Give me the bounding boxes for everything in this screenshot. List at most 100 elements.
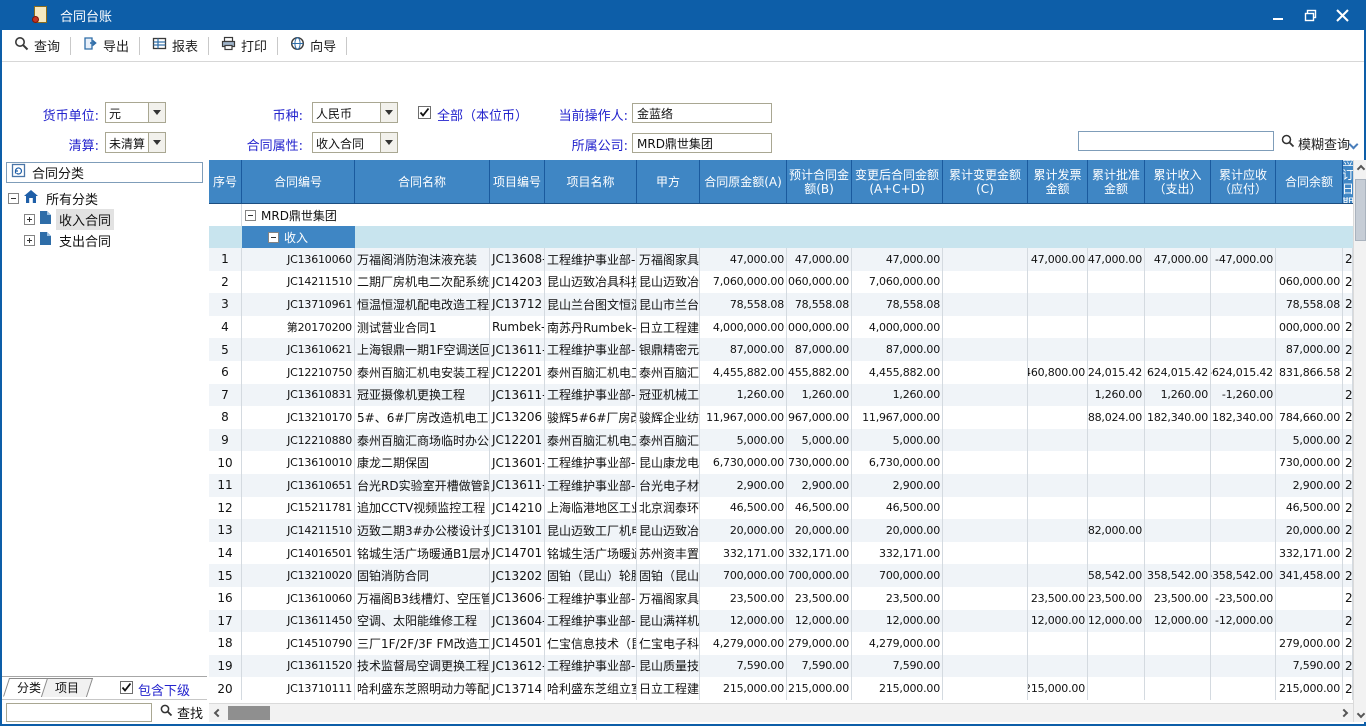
export-button[interactable]: 导出: [73, 34, 139, 58]
contract-attr-select[interactable]: 收入合同: [312, 132, 398, 153]
table-row[interactable]: 9JC12210880泰州百脑汇商场临时办公JC12201泰州百脑汇机电工泰州百…: [209, 429, 1353, 452]
group-income-cell[interactable]: 收入: [242, 226, 355, 248]
horizontal-scrollbar[interactable]: [209, 703, 1353, 722]
expand-icon[interactable]: [24, 235, 35, 246]
cell: 1,260.00: [1088, 384, 1145, 407]
collapse-icon[interactable]: [8, 193, 19, 204]
settle-select[interactable]: 未清算: [105, 132, 166, 153]
collapse-icon[interactable]: [268, 232, 279, 243]
cell: 47,000.00: [700, 248, 787, 271]
cell: 4,000,000.00: [852, 316, 943, 339]
dropdown-arrow-icon[interactable]: [380, 103, 397, 122]
table-row[interactable]: 6JC12210750泰州百脑汇机电安装工程JC12201泰州百脑汇机电工泰州百…: [209, 361, 1353, 384]
tab-project[interactable]: 项目: [44, 678, 90, 697]
table-row[interactable]: 17JC13611450空调、太阳能维修工程JC13604-5工程维护事业部-0…: [209, 610, 1353, 633]
column-header[interactable]: 合同余额: [1276, 160, 1343, 203]
dropdown-arrow-icon[interactable]: [148, 103, 165, 122]
column-header[interactable]: 甲方: [637, 160, 700, 203]
table-row[interactable]: 15JC13210020固铂消防合同JC13202固铂（昆山）轮胎固铂（昆山70…: [209, 564, 1353, 587]
vertical-scrollbar[interactable]: [1353, 160, 1366, 722]
table-body: MRD鼎世集团 收入 1JC13610060万福阁消防泡沫液充装JC13608-…: [209, 204, 1353, 700]
table-row[interactable]: 16JC13610060万福阁B3线槽灯、空压管JC13606-5工程维护事业部…: [209, 587, 1353, 610]
currency-select[interactable]: 人民币: [312, 102, 398, 123]
query-button[interactable]: 查询: [4, 34, 70, 58]
column-header[interactable]: 合同编号: [242, 160, 355, 203]
cell: 万福阁家具: [637, 248, 700, 271]
table-row[interactable]: 19JC13611520技术监督局空调更换工程JC13612-5工程维护事业部-…: [209, 655, 1353, 678]
table-row[interactable]: 18JC14510790三厂1F/2F/3F FM改造工程JC14501仁宝信息…: [209, 632, 1353, 655]
fuzzy-search-icon[interactable]: [1281, 133, 1295, 152]
table-row[interactable]: 5JC13610621上海银鼎一期1F空调送回JC13611-5工程维护事业部-…: [209, 338, 1353, 361]
table-row[interactable]: 8JC132101705#、6#厂房改造机电工程JC13206骏辉5#6#厂房改…: [209, 406, 1353, 429]
contract-table: 序号合同编号合同名称项目编号项目名称甲方合同原金额(A)预计合同金额(B)变更后…: [209, 160, 1353, 703]
company-input[interactable]: [632, 133, 772, 153]
cell: 10: [209, 451, 242, 474]
table-row[interactable]: 14JC14016501铭城生活广场暖通B1层水JC14701铭城生活广场暖通苏…: [209, 542, 1353, 565]
include-sub-checkbox[interactable]: [120, 681, 133, 694]
group-row-company[interactable]: MRD鼎世集团: [209, 204, 1353, 226]
table-row[interactable]: 3JC13710961恒温恒湿机配电改造工程JC13712昆山兰台图文恒温昆山市…: [209, 293, 1353, 316]
cell: 7,060,000.00: [700, 271, 787, 294]
cell: 6: [209, 361, 242, 384]
close-button[interactable]: [1330, 4, 1354, 26]
dropdown-arrow-icon[interactable]: [148, 133, 165, 152]
cell: JC13610621: [242, 338, 355, 361]
column-header[interactable]: 预计合同金额(B): [787, 160, 852, 203]
cell: 6,730,000.00: [852, 451, 943, 474]
refresh-icon[interactable]: [11, 163, 26, 182]
scroll-right-icon[interactable]: [1335, 704, 1353, 722]
column-header[interactable]: 累计收入（支出）: [1145, 160, 1211, 203]
cell: 铭城生活广场暖通: [545, 542, 637, 565]
all-base-currency-label[interactable]: 全部（本位币）: [437, 105, 528, 124]
table-row[interactable]: 7JC13610831冠亚摄像机更换工程JC13611-5工程维护事业部-1冠亚…: [209, 384, 1353, 407]
horizontal-scroll-thumb[interactable]: [228, 706, 270, 720]
table-row[interactable]: 1JC13610060万福阁消防泡沫液充装JC13608-5工程维护事业部-0万…: [209, 248, 1353, 271]
table-row[interactable]: 2JC14211510二期厂房机电二次配系统JC14203昆山迈致冶具科技昆山迈…: [209, 271, 1353, 294]
tree-node-expense-contracts[interactable]: 支出合同: [24, 230, 114, 250]
column-header[interactable]: 项目编号: [490, 160, 545, 203]
scroll-up-icon[interactable]: [1354, 160, 1366, 177]
cell: 测试营业合同1: [355, 316, 490, 339]
column-header[interactable]: 签订日期: [1343, 160, 1353, 203]
collapse-icon[interactable]: [245, 210, 256, 221]
column-header[interactable]: 累计发票金额: [1028, 160, 1088, 203]
column-header[interactable]: 合同名称: [355, 160, 490, 203]
operator-input[interactable]: [632, 103, 772, 123]
report-button[interactable]: 报表: [142, 34, 208, 58]
maximize-button[interactable]: [1298, 4, 1322, 26]
dropdown-arrow-icon[interactable]: [380, 133, 397, 152]
scroll-left-icon[interactable]: [209, 704, 227, 722]
include-sub-label[interactable]: 包含下级: [138, 680, 190, 699]
cell: 12: [209, 497, 242, 520]
group-row-income[interactable]: 收入: [209, 226, 1353, 248]
currency-unit-select[interactable]: 元: [105, 102, 166, 123]
fuzzy-search-label[interactable]: 模糊查询: [1298, 134, 1350, 153]
print-button[interactable]: 打印: [211, 34, 277, 58]
table-row[interactable]: 12JC15211781追加CCTV视频监控工程JC14210上海临港地区工业北…: [209, 497, 1353, 520]
cell: 060,000.00: [1276, 271, 1343, 294]
cell: JC14510790: [242, 632, 355, 655]
column-header[interactable]: 项目名称: [545, 160, 637, 203]
fuzzy-search-input[interactable]: [1078, 131, 1274, 151]
column-header[interactable]: 累计应收（应付）: [1211, 160, 1276, 203]
scroll-down-icon[interactable]: [1354, 705, 1366, 722]
table-row[interactable]: 10JC13610010康龙二期保固JC13601-1工程维护事业部-1昆山康龙…: [209, 451, 1353, 474]
table-row[interactable]: 13JC14211510迈致二期3#办公楼设计变JC13101昆山迈致工厂机电昆…: [209, 519, 1353, 542]
column-header[interactable]: 序号: [209, 160, 242, 203]
wizard-button[interactable]: 向导: [280, 34, 346, 58]
minimize-button[interactable]: [1266, 4, 1290, 26]
table-row[interactable]: 11JC13610651台光RD实验室开槽做管路JC13611-5工程维护事业部…: [209, 474, 1353, 497]
column-header[interactable]: 累计变更金额(C): [943, 160, 1028, 203]
expand-icon[interactable]: [24, 214, 35, 225]
vertical-scroll-thumb[interactable]: [1355, 179, 1366, 241]
table-row[interactable]: 20JC13710111哈利盛东芝照明动力等配JC13714哈利盛东芝组立室日立…: [209, 677, 1353, 700]
column-header[interactable]: 变更后合同金额(A+C+D): [852, 160, 943, 203]
column-header[interactable]: 合同原金额(A): [700, 160, 787, 203]
tree-find-input[interactable]: [6, 703, 152, 722]
tree-node-all-categories[interactable]: 所有分类: [8, 188, 101, 208]
column-header[interactable]: 累计批准金额: [1088, 160, 1145, 203]
tree-node-income-contracts[interactable]: 收入合同: [24, 209, 114, 229]
table-row[interactable]: 4第20170200测试营业合同1Rumbek-Ra南苏丹Rumbek-Ra日立…: [209, 316, 1353, 339]
tree-find-button[interactable]: 查找: [160, 703, 203, 722]
all-base-currency-checkbox[interactable]: [418, 106, 431, 119]
